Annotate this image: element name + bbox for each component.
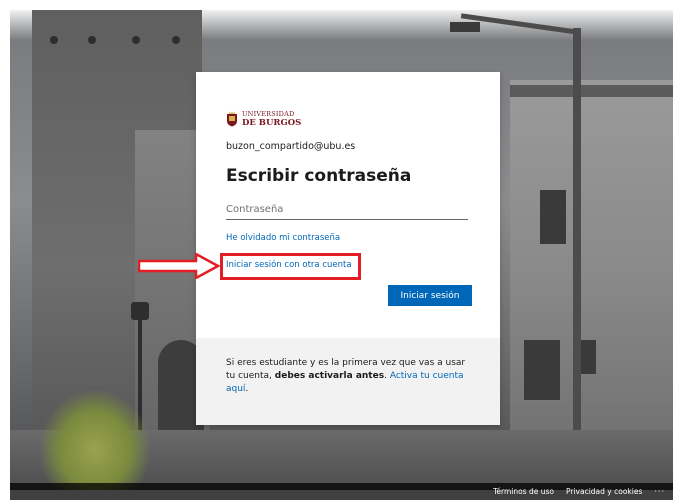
tree — [40, 390, 150, 490]
activation-info-panel: Si eres estudiante y es la primera vez q… — [196, 338, 500, 425]
info-text-2: . — [384, 371, 387, 381]
other-account-link[interactable]: Iniciar sesión con otra cuenta — [226, 260, 352, 270]
logo-line2: DE BURGOS — [242, 118, 302, 128]
logo-text: UNIVERSIDAD DE BURGOS — [242, 110, 301, 127]
university-logo: UNIVERSIDAD DE BURGOS — [226, 110, 301, 127]
signin-card: UNIVERSIDAD DE BURGOS buzon_compartido@u… — [196, 72, 500, 425]
roof-edge — [510, 85, 673, 97]
terms-link[interactable]: Términos de uso — [493, 487, 554, 496]
signin-button[interactable]: Iniciar sesión — [388, 285, 472, 306]
street-lamp-head — [450, 22, 480, 32]
page-title: Escribir contraseña — [226, 166, 412, 186]
activation-info-text: Si eres estudiante y es la primera vez q… — [226, 357, 474, 396]
street-lamp-post — [573, 28, 581, 468]
footer-bar: Términos de uso Privacidad y cookies ··· — [10, 483, 673, 500]
info-text-3: . — [245, 384, 249, 394]
arrow-right-icon — [138, 253, 220, 279]
crest-icon — [226, 111, 238, 127]
more-options-icon[interactable]: ··· — [654, 487, 665, 496]
logo-line1: UNIVERSIDAD — [242, 110, 295, 118]
account-email: buzon_compartido@ubu.es — [226, 141, 356, 152]
forgot-password-link[interactable]: He olvidado mi contraseña — [226, 233, 340, 243]
password-input[interactable] — [226, 199, 468, 220]
privacy-link[interactable]: Privacidad y cookies — [566, 487, 642, 496]
info-bold: debes activarla antes — [274, 371, 385, 381]
stone-building — [510, 80, 673, 460]
